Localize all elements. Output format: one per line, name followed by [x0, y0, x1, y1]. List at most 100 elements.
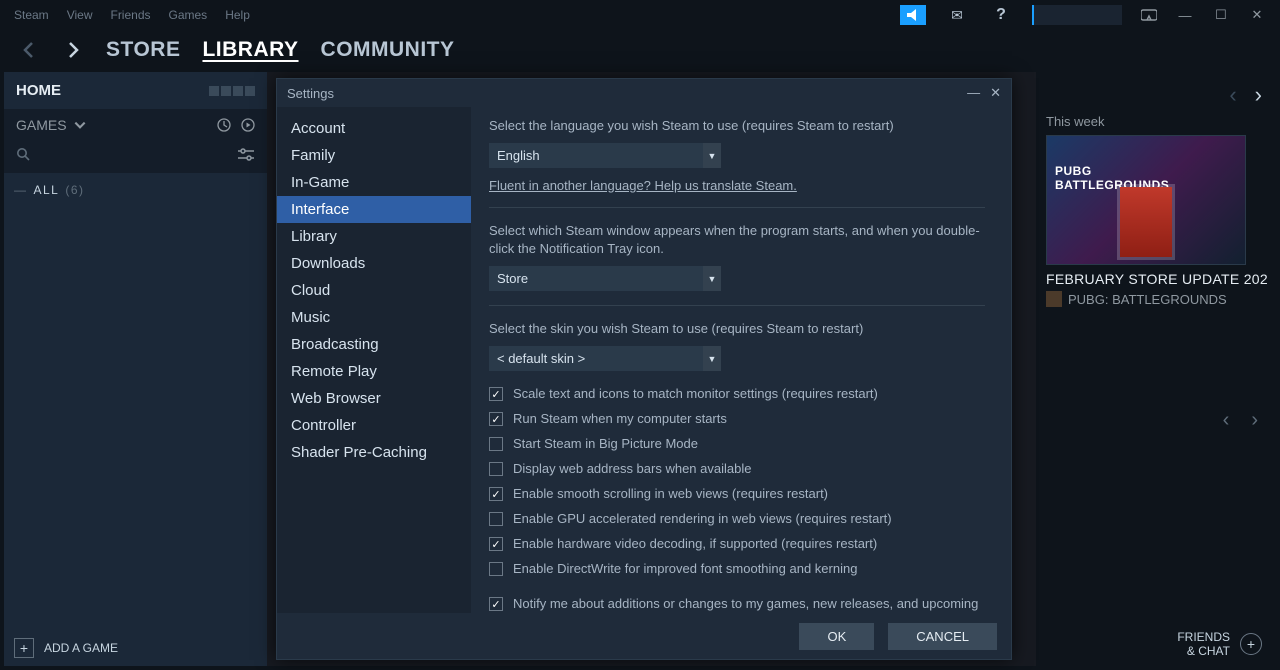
- mail-icon[interactable]: ✉: [944, 5, 970, 25]
- skin-select[interactable]: < default skin > ▼: [489, 346, 721, 371]
- sidebar-games[interactable]: GAMES: [16, 117, 67, 133]
- news-next-icon[interactable]: ›: [1255, 82, 1262, 108]
- checkbox-icon: [489, 537, 503, 551]
- friends-label-2: & CHAT: [1177, 644, 1230, 658]
- vr-icon[interactable]: [1140, 6, 1158, 24]
- tab-library[interactable]: LIBRARY: [202, 38, 298, 62]
- menu-help[interactable]: Help: [225, 8, 250, 22]
- sidebar-item-count: (6): [65, 183, 84, 197]
- menu-friends[interactable]: Friends: [110, 8, 150, 22]
- search-icon[interactable]: [16, 147, 31, 167]
- checkbox-label: Run Steam when my computer starts: [513, 411, 727, 426]
- settings-cat-in-game[interactable]: In-Game: [277, 169, 471, 196]
- settings-content: Select the language you wish Steam to us…: [471, 107, 1011, 613]
- carousel-prev-icon[interactable]: ‹: [1223, 409, 1230, 432]
- tab-community[interactable]: COMMUNITY: [321, 38, 455, 62]
- collapse-toggle-icon[interactable]: —: [14, 183, 28, 197]
- menubar: Steam View Friends Games Help ✉ ? ― ☐ ✕: [0, 0, 1280, 30]
- settings-cat-broadcasting[interactable]: Broadcasting: [277, 331, 471, 358]
- startup-window-value: Store: [489, 266, 703, 291]
- add-game-button[interactable]: + ADD A GAME: [14, 638, 118, 658]
- checkbox-row[interactable]: Display web address bars when available: [489, 456, 985, 481]
- settings-cat-family[interactable]: Family: [277, 142, 471, 169]
- nav-back-icon[interactable]: [18, 39, 40, 61]
- sidebar-item-label: ALL: [34, 183, 60, 197]
- checkbox-icon: [489, 512, 503, 526]
- settings-cat-shader-pre-caching[interactable]: Shader Pre-Caching: [277, 439, 471, 466]
- settings-cat-cloud[interactable]: Cloud: [277, 277, 471, 304]
- menu-steam[interactable]: Steam: [14, 8, 49, 22]
- cancel-button[interactable]: CANCEL: [888, 623, 997, 650]
- sidebar-item-all[interactable]: — ALL (6): [4, 173, 267, 207]
- checkbox-icon: [489, 437, 503, 451]
- settings-cat-downloads[interactable]: Downloads: [277, 250, 471, 277]
- language-select[interactable]: English ▼: [489, 143, 721, 168]
- chevron-down-icon[interactable]: [73, 118, 87, 132]
- news-prev-icon[interactable]: ‹: [1229, 82, 1236, 108]
- dialog-title: Settings: [287, 86, 334, 101]
- startup-window-select[interactable]: Store ▼: [489, 266, 721, 291]
- startup-desc: Select which Steam window appears when t…: [489, 222, 985, 258]
- checkbox-row[interactable]: Enable hardware video decoding, if suppo…: [489, 531, 985, 556]
- checkbox-label: Enable GPU accelerated rendering in web …: [513, 511, 892, 526]
- nav-forward-icon[interactable]: [62, 39, 84, 61]
- menu-games[interactable]: Games: [169, 8, 208, 22]
- checkbox-row[interactable]: Enable smooth scrolling in web views (re…: [489, 481, 985, 506]
- chevron-down-icon: ▼: [703, 143, 721, 168]
- account-strip[interactable]: [1032, 5, 1122, 25]
- maximize-button[interactable]: ☐: [1212, 6, 1230, 24]
- play-next-icon[interactable]: [241, 118, 255, 132]
- checkbox-row[interactable]: Scale text and icons to match monitor se…: [489, 381, 985, 406]
- menu-view[interactable]: View: [67, 8, 93, 22]
- announce-icon[interactable]: [900, 5, 926, 25]
- skin-desc: Select the skin you wish Steam to use (r…: [489, 320, 985, 338]
- checkbox-label: Notify me about additions or changes to …: [513, 596, 985, 613]
- friends-chat-button[interactable]: FRIENDS & CHAT +: [1177, 630, 1262, 658]
- settings-cat-controller[interactable]: Controller: [277, 412, 471, 439]
- minimize-button[interactable]: ―: [1176, 6, 1194, 24]
- dialog-minimize-button[interactable]: ―: [967, 85, 980, 101]
- checkbox-row[interactable]: Notify me about additions or changes to …: [489, 591, 985, 613]
- checkbox-icon: [489, 487, 503, 501]
- checkbox-row[interactable]: Enable DirectWrite for improved font smo…: [489, 556, 985, 581]
- news-card-tag: PUBGBATTLEGROUNDS: [1055, 164, 1169, 192]
- checkbox-row[interactable]: Run Steam when my computer starts: [489, 406, 985, 431]
- library-sidebar: HOME GAMES — ALL (6): [4, 72, 267, 666]
- checkbox-row[interactable]: Enable GPU accelerated rendering in web …: [489, 506, 985, 531]
- ok-button[interactable]: OK: [799, 623, 874, 650]
- clock-icon[interactable]: [217, 118, 231, 132]
- main-nav: STORE LIBRARY COMMUNITY: [0, 30, 1280, 70]
- news-period-label: This week: [1046, 114, 1276, 129]
- help-icon[interactable]: ?: [988, 5, 1014, 25]
- carousel-next-icon[interactable]: ›: [1251, 409, 1258, 432]
- translate-link[interactable]: Fluent in another language? Help us tran…: [489, 178, 797, 193]
- checkbox-icon: [489, 387, 503, 401]
- filter-icon[interactable]: [237, 148, 255, 167]
- tab-store[interactable]: STORE: [106, 38, 180, 62]
- language-desc: Select the language you wish Steam to us…: [489, 117, 985, 135]
- settings-cat-account[interactable]: Account: [277, 115, 471, 142]
- settings-cat-music[interactable]: Music: [277, 304, 471, 331]
- sidebar-home[interactable]: HOME: [16, 82, 61, 99]
- plus-icon: +: [14, 638, 34, 658]
- news-panel: ‹ › This week PUBGBATTLEGROUNDS FEBRUARY…: [1036, 72, 1276, 666]
- settings-cat-library[interactable]: Library: [277, 223, 471, 250]
- news-card[interactable]: PUBGBATTLEGROUNDS FEBRUARY STORE UPDATE …: [1046, 135, 1276, 307]
- checkbox-label: Enable smooth scrolling in web views (re…: [513, 486, 828, 501]
- checkbox-icon: [489, 412, 503, 426]
- friends-label-1: FRIENDS: [1177, 630, 1230, 644]
- settings-cat-interface[interactable]: Interface: [277, 196, 471, 223]
- checkbox-row[interactable]: Start Steam in Big Picture Mode: [489, 431, 985, 456]
- chevron-down-icon: ▼: [703, 266, 721, 291]
- settings-cat-web-browser[interactable]: Web Browser: [277, 385, 471, 412]
- news-card-sub: PUBG: BATTLEGROUNDS: [1068, 292, 1227, 307]
- dialog-close-button[interactable]: ✕: [990, 85, 1001, 101]
- settings-cat-remote-play[interactable]: Remote Play: [277, 358, 471, 385]
- news-card-image: PUBGBATTLEGROUNDS: [1046, 135, 1246, 265]
- view-grid-icon[interactable]: [209, 86, 255, 96]
- checkbox-label: Enable hardware video decoding, if suppo…: [513, 536, 877, 551]
- add-friend-icon: +: [1240, 633, 1262, 655]
- close-button[interactable]: ✕: [1248, 6, 1266, 24]
- language-value: English: [489, 143, 703, 168]
- add-game-label: ADD A GAME: [44, 641, 118, 655]
